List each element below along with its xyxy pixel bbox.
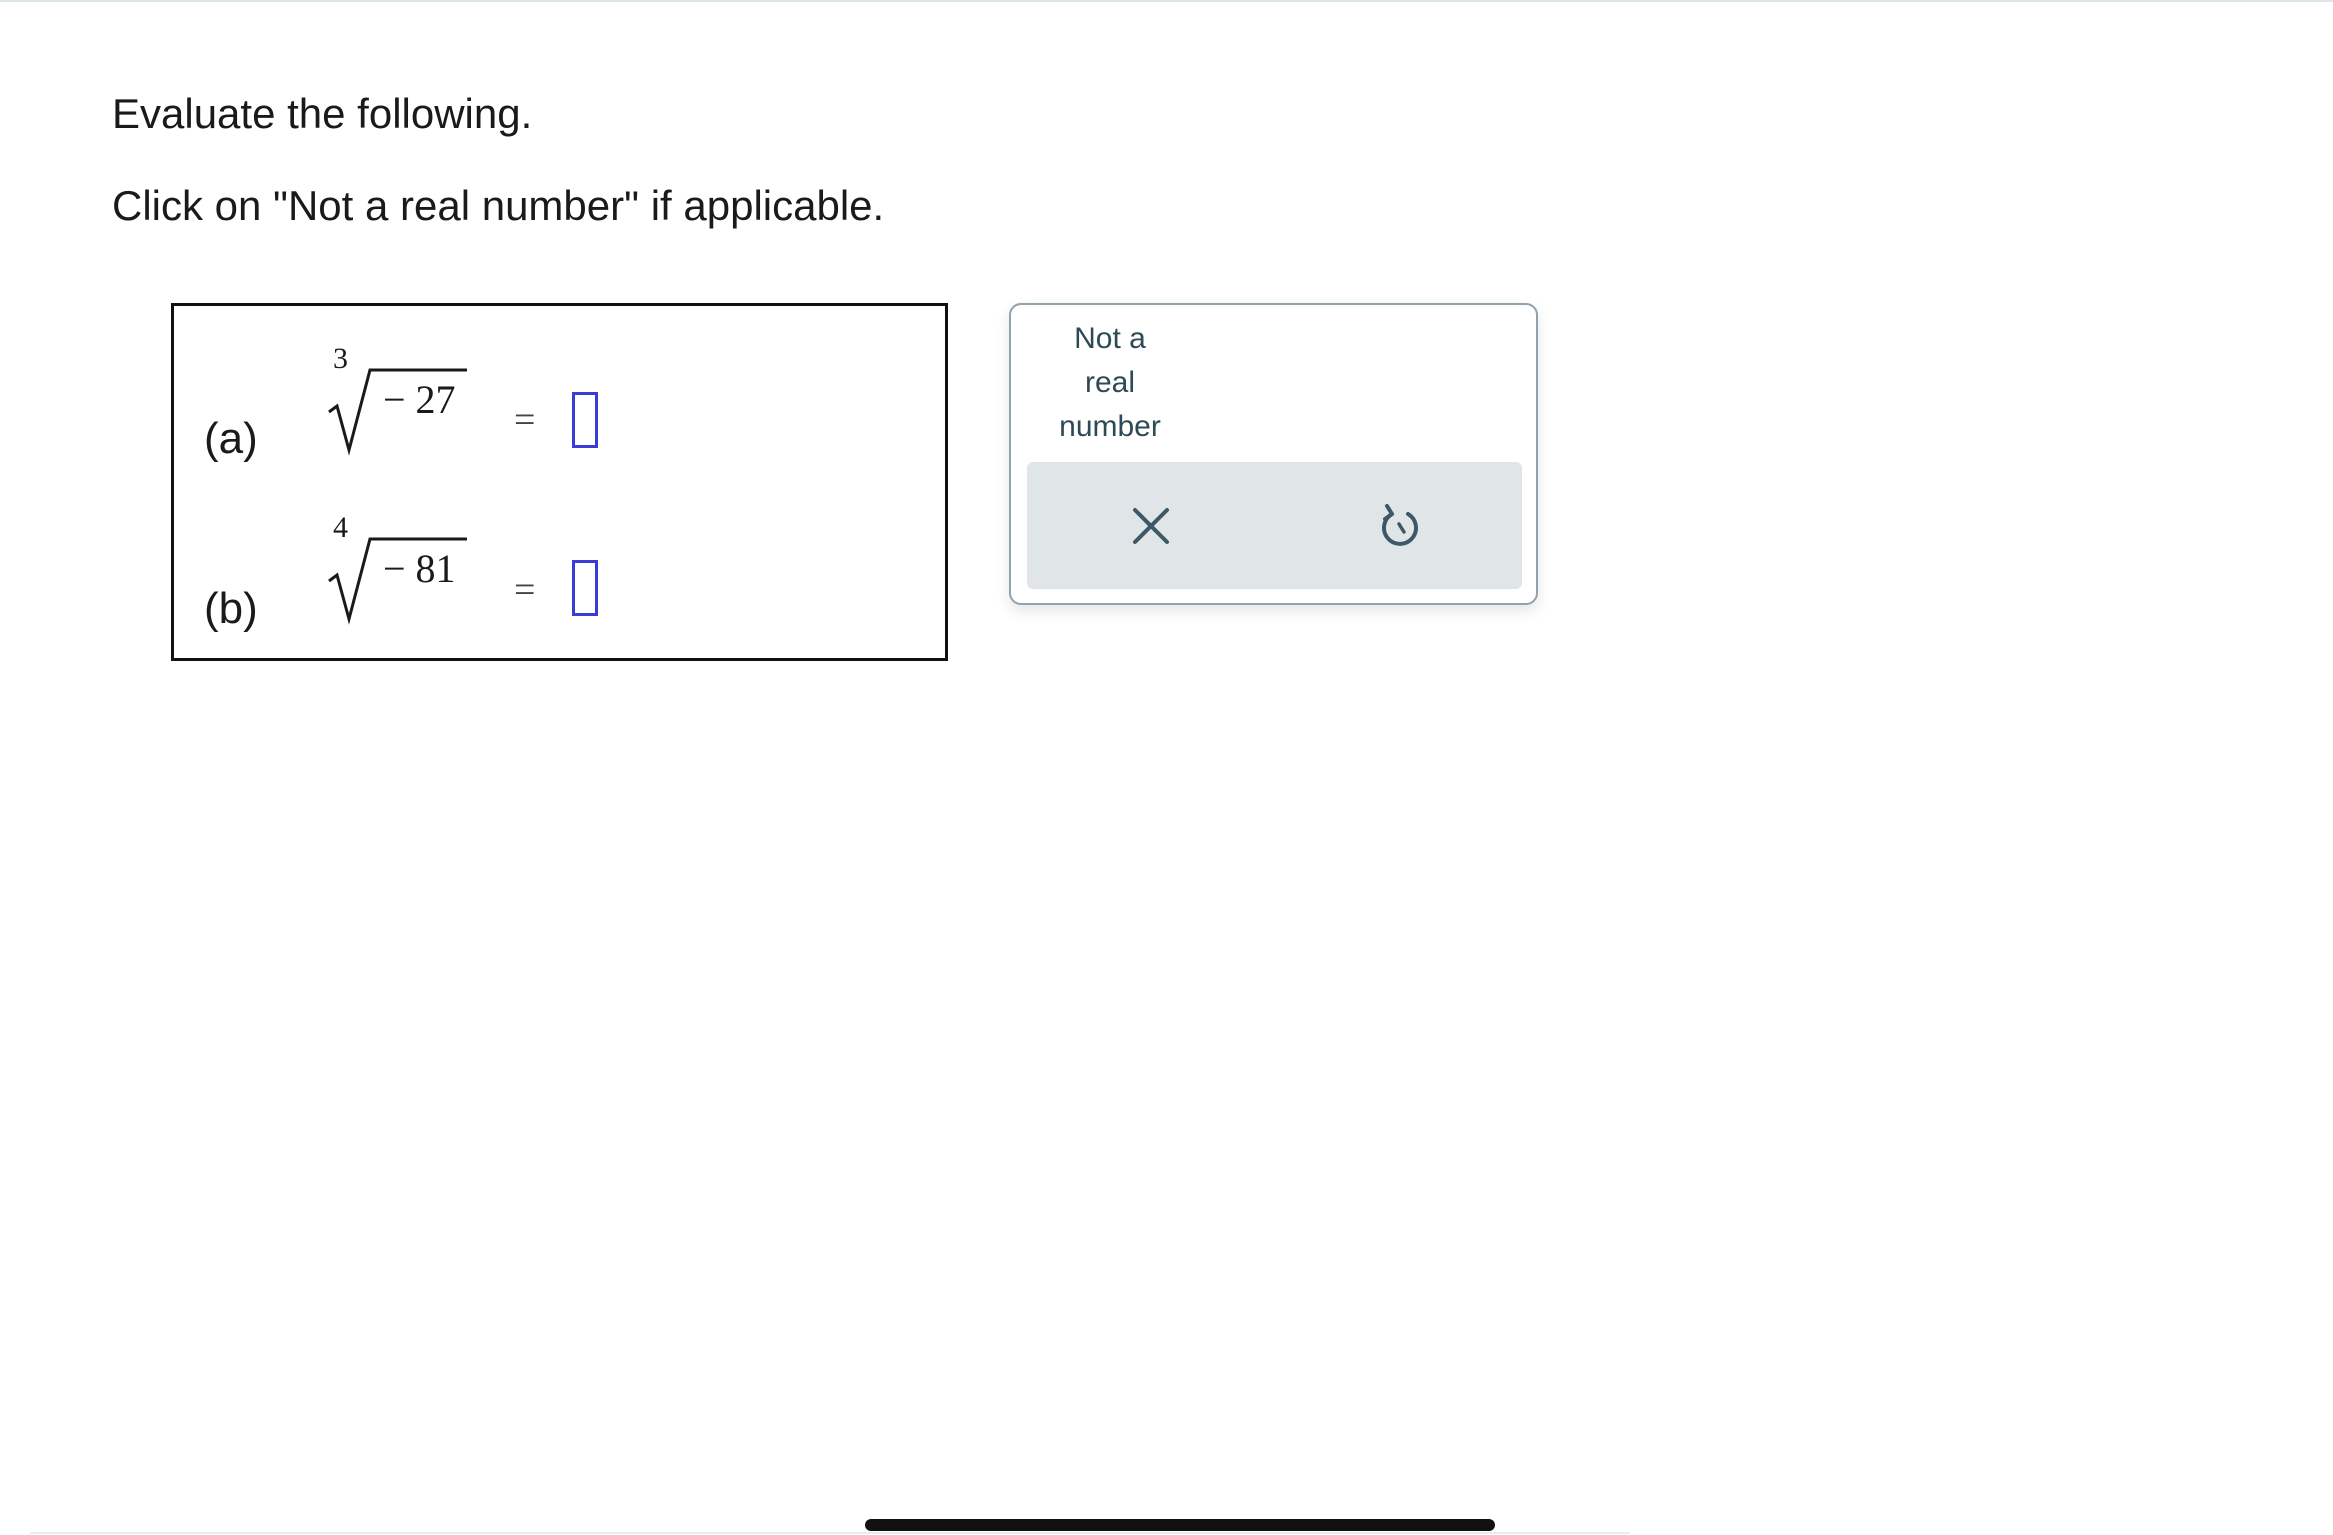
- home-indicator: [865, 1519, 1495, 1531]
- problem-box: (a) 3 − 27 = (b) 4 − 81 =: [171, 303, 948, 661]
- instruction-note: Click on "Not a real number" if applicab…: [112, 182, 885, 229]
- equals-sign: =: [514, 569, 536, 611]
- radical-index: 3: [333, 342, 348, 375]
- bottom-divider: [30, 1532, 1630, 1534]
- keypad-action-bar: [1027, 462, 1522, 589]
- radicand: − 27: [383, 377, 456, 422]
- part-a-label: (a): [204, 414, 258, 463]
- fourth-root-radical: 4 − 81: [327, 511, 477, 633]
- cube-root-radical: 3 − 27: [327, 342, 477, 464]
- answer-input-a[interactable]: [572, 392, 598, 448]
- close-icon: [1132, 507, 1169, 544]
- instruction-text: Evaluate the following.: [112, 90, 533, 137]
- top-divider: [0, 0, 2333, 2]
- answer-keypad: Not a real number: [1009, 303, 1538, 605]
- clear-button[interactable]: [1027, 462, 1274, 589]
- answer-input-b[interactable]: [572, 560, 598, 616]
- not-a-real-number-label: Not a real number: [1059, 321, 1161, 443]
- undo-button[interactable]: [1275, 462, 1522, 589]
- equals-sign: =: [514, 399, 536, 441]
- radical-index: 4: [333, 511, 348, 544]
- not-a-real-number-button[interactable]: Not a real number: [1025, 315, 1195, 450]
- undo-icon: [1381, 503, 1418, 546]
- radicand: − 81: [383, 546, 456, 591]
- part-b-label: (b): [204, 584, 258, 633]
